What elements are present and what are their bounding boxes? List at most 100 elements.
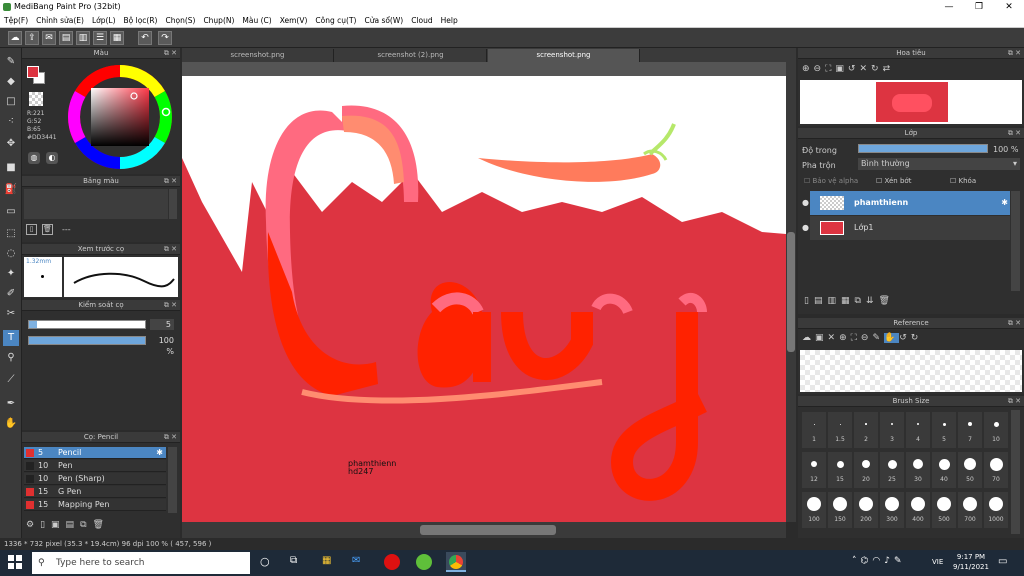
network-icon[interactable]: ⌬ <box>861 556 873 566</box>
brush-size-option[interactable]: 50 <box>958 452 982 488</box>
tab-screenshot-3[interactable]: screenshot.png <box>488 49 640 62</box>
menu-capture[interactable]: Chụp(N) <box>199 14 238 27</box>
list-icon[interactable]: ☰ <box>93 31 107 45</box>
clock[interactable]: 9:17 PM 9/11/2021 <box>950 552 992 572</box>
layer-settings-gear-icon[interactable]: ✱ <box>1001 191 1008 215</box>
mail-icon[interactable]: ✉ <box>352 555 360 566</box>
brush-size-option[interactable]: 7 <box>958 412 982 448</box>
brush-size-option[interactable]: 20 <box>854 452 878 488</box>
duplicate-brush-icon[interactable]: ⧉ <box>80 520 92 530</box>
redo-icon[interactable]: ↷ <box>158 31 172 45</box>
menu-layer[interactable]: Lớp(L) <box>88 14 120 27</box>
menu-select[interactable]: Chọn(S) <box>161 14 199 27</box>
language-indicator[interactable]: VIE <box>932 558 943 566</box>
upload-icon[interactable]: ⇪ <box>25 31 39 45</box>
reference-close-icon[interactable]: ✕ <box>828 333 840 343</box>
reference-cloud-icon[interactable]: ☁ <box>802 333 815 343</box>
tab-screenshot-1[interactable]: screenshot.png <box>182 49 334 62</box>
brush-item-pen[interactable]: 10 Pen <box>24 460 166 472</box>
brush-size-option[interactable]: 200 <box>854 492 878 528</box>
fit-icon[interactable]: ⛶ <box>825 64 835 74</box>
move-tool-icon[interactable]: ✥ <box>3 136 19 152</box>
opera-icon[interactable] <box>384 554 400 570</box>
eyedropper-tool-icon[interactable]: ⟋ <box>3 372 19 388</box>
merge-layer-icon[interactable]: ⇊ <box>866 296 879 306</box>
palette-scrollbar[interactable] <box>169 189 177 219</box>
brush-tool-icon[interactable]: ✎ <box>3 54 19 70</box>
brush-size-option[interactable]: 30 <box>906 452 930 488</box>
brush-size-option[interactable]: 100 <box>802 492 826 528</box>
brush-size-option[interactable]: 40 <box>932 452 956 488</box>
operation-tool-icon[interactable]: ⚲ <box>3 350 19 366</box>
rotate-right-icon[interactable]: ↻ <box>871 64 883 74</box>
layer-opacity-slider[interactable] <box>858 144 988 153</box>
bucket-tool-icon[interactable]: ⛽ <box>3 182 19 198</box>
brush-options-icon[interactable]: ⚙ <box>26 520 40 530</box>
brush-size-option[interactable]: 5 <box>932 412 956 448</box>
new-1bit-layer-icon[interactable]: ▥ <box>827 296 841 306</box>
windows-start-icon[interactable] <box>8 555 22 569</box>
brush-item-mapping-pen[interactable]: 15 Mapping Pen <box>24 499 166 511</box>
reference-rotate-right-icon[interactable]: ↻ <box>911 333 923 343</box>
close-button[interactable]: ✕ <box>994 0 1024 14</box>
canvas-horizontal-scrollbar[interactable] <box>182 522 786 538</box>
navigator-preview[interactable] <box>800 80 1022 124</box>
brush-size-option[interactable]: 10 <box>984 412 1008 448</box>
brush-opacity-slider[interactable] <box>28 336 146 345</box>
document-icon[interactable]: ▥ <box>76 31 90 45</box>
brush-size-scrollbar[interactable] <box>1011 410 1020 534</box>
reference-pen-icon[interactable]: ✎ <box>872 333 884 343</box>
clipping-checkbox[interactable]: ☐ Xén bớt <box>876 177 911 185</box>
brush-settings-gear-icon[interactable]: ✱ <box>156 447 163 459</box>
actual-size-icon[interactable]: ▣ <box>835 64 848 74</box>
brush-size-value[interactable]: 5 <box>150 319 174 330</box>
color-picker-mode-icon[interactable]: ◐ <box>46 152 58 164</box>
color-wheel-mode-icon[interactable]: ◍ <box>28 152 40 164</box>
brush-size-option[interactable]: 300 <box>880 492 904 528</box>
brush-size-option[interactable]: 150 <box>828 492 852 528</box>
reference-rotate-left-icon[interactable]: ↺ <box>899 333 911 343</box>
menu-window[interactable]: Cửa sổ(W) <box>360 14 407 27</box>
pen-tool-icon[interactable]: ✒ <box>3 396 19 412</box>
layer-visibility-icon[interactable]: ● <box>802 191 809 215</box>
fill-rect-tool-icon[interactable]: ■ <box>3 160 19 176</box>
brush-size-option[interactable]: 700 <box>958 492 982 528</box>
cloud-icon[interactable]: ☁ <box>8 31 22 45</box>
add-brush-icon[interactable]: ▣ <box>51 520 66 530</box>
copy-brush-icon[interactable]: ▤ <box>66 520 81 530</box>
select-eraser-tool-icon[interactable]: ✂ <box>3 306 19 322</box>
eraser-tool-icon[interactable]: ◆ <box>3 74 19 90</box>
new-brush-icon[interactable]: ▯ <box>40 520 51 530</box>
brush-size-option[interactable]: 25 <box>880 452 904 488</box>
tab-screenshot-2[interactable]: screenshot (2).png <box>335 49 487 62</box>
zoom-in-icon[interactable]: ⊕ <box>802 64 814 74</box>
chrome-icon[interactable] <box>446 552 466 572</box>
reference-hand-icon[interactable]: ✋ <box>884 333 900 343</box>
brush-size-option[interactable]: 2 <box>854 412 878 448</box>
lock-checkbox[interactable]: ☐ Khóa <box>950 177 976 185</box>
pen-tray-icon[interactable]: ✎ <box>894 556 906 566</box>
app-green-icon[interactable] <box>416 554 432 570</box>
layer-item-lop1[interactable]: ● Lớp1 <box>802 216 1010 240</box>
brush-size-slider[interactable] <box>28 320 146 329</box>
brush-list-scrollbar[interactable] <box>168 447 177 513</box>
menu-color[interactable]: Màu (C) <box>238 14 275 27</box>
horizontal-scroll-thumb[interactable] <box>420 525 556 535</box>
palette-area[interactable] <box>24 189 168 219</box>
new-layer-icon[interactable]: ▯ <box>804 296 814 306</box>
reference-zoom-in-icon[interactable]: ⊕ <box>839 333 851 343</box>
new-halftone-layer-icon[interactable]: ▤ <box>814 296 828 306</box>
brush-size-option[interactable]: 1.5 <box>828 412 852 448</box>
brush-item-g-pen[interactable]: 15 G Pen <box>24 486 166 498</box>
delete-layer-icon[interactable]: 🗑 <box>878 296 894 306</box>
flip-icon[interactable]: ⇄ <box>883 64 895 74</box>
brush-size-option[interactable]: 70 <box>984 452 1008 488</box>
brush-item-pen-sharp[interactable]: 10 Pen (Sharp) <box>24 473 166 485</box>
brush-size-option[interactable]: 12 <box>802 452 826 488</box>
reference-fit-icon[interactable]: ⛶ <box>851 333 861 343</box>
brush-size-option[interactable]: 500 <box>932 492 956 528</box>
artwork-canvas[interactable] <box>182 62 796 522</box>
reset-view-icon[interactable]: ✕ <box>859 64 871 74</box>
select-pen-tool-icon[interactable]: ✐ <box>3 286 19 302</box>
canvas-vertical-scrollbar[interactable] <box>786 62 796 522</box>
